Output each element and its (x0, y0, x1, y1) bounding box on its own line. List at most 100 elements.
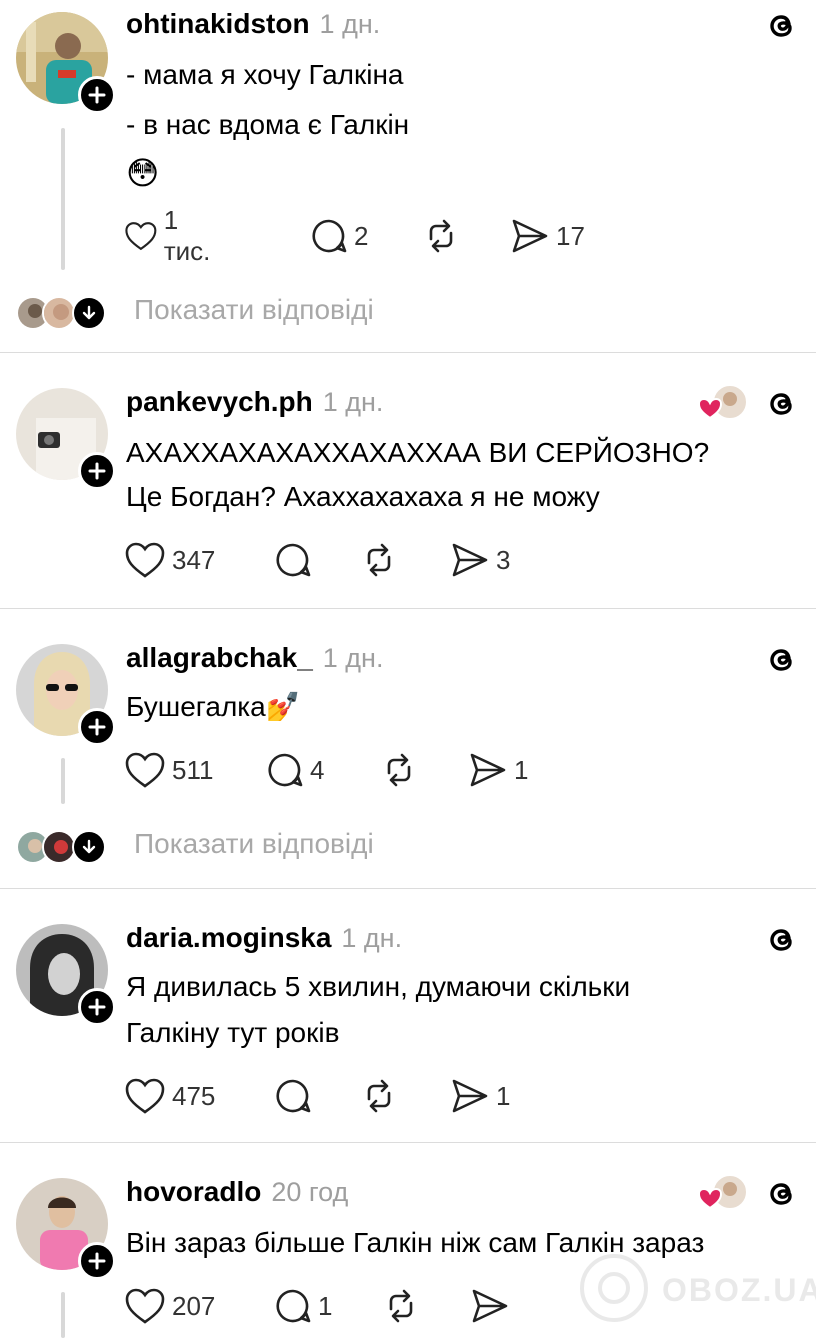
comment-button[interactable]: 4 (266, 748, 324, 792)
share-button[interactable]: 3 (450, 538, 510, 582)
repost-button[interactable] (380, 748, 418, 792)
like-count: 347 (172, 544, 216, 575)
comment-button[interactable]: 1 (274, 1284, 332, 1328)
post-text-line: Бушегалка💅 (126, 691, 301, 722)
post-time: 20 год (271, 1177, 349, 1207)
comment-icon (268, 753, 303, 787)
share-button[interactable]: 17 (510, 214, 585, 258)
like-button[interactable]: 347 (124, 538, 215, 582)
username[interactable]: pankevych.ph 1 дн. (126, 386, 383, 418)
share-button[interactable]: 1 (450, 1074, 510, 1118)
like-count: 1 тис. (163, 205, 211, 266)
repost-icon (429, 219, 453, 253)
reply-count: 1 (318, 1290, 333, 1321)
share-icon (472, 1289, 508, 1323)
like-count: 475 (172, 1080, 216, 1111)
post-time: 1 дн. (322, 387, 384, 417)
emoji: 😳 (126, 155, 160, 191)
repost-button[interactable] (360, 1074, 398, 1118)
post-text-line: Я дивилась 5 хвилин, думаючи скільки (126, 971, 631, 1002)
arrow-down-icon (82, 839, 96, 854)
thread-line (61, 128, 65, 270)
repost-button[interactable] (382, 1284, 420, 1328)
plus-icon (88, 718, 106, 736)
threads-icon[interactable] (762, 640, 802, 680)
expand-replies-button[interactable] (72, 296, 106, 330)
post-text-line: - в нас вдома є Галкін (126, 109, 410, 140)
comment-icon (276, 1079, 311, 1113)
threads-icon[interactable] (762, 920, 802, 960)
post-time: 1 дн. (322, 643, 384, 673)
post-time: 1 дн. (341, 923, 403, 953)
repost-button[interactable] (422, 214, 460, 258)
like-count: 511 (172, 754, 214, 785)
threads-icon[interactable] (762, 6, 802, 46)
repost-icon (389, 1289, 413, 1323)
like-button[interactable]: 475 (124, 1074, 215, 1118)
reply-avatar (42, 830, 76, 864)
threads-icon[interactable] (762, 1174, 802, 1214)
heart-icon (125, 542, 165, 578)
post-text-line: Галкіну тут років (126, 1017, 340, 1048)
arrow-down-icon (82, 305, 96, 320)
reply-count: 4 (310, 754, 325, 785)
repost-icon (367, 543, 391, 577)
liked-by-author-badge (697, 382, 750, 424)
post-time: 1 дн. (319, 9, 381, 39)
like-button[interactable]: 1 тис. (124, 205, 219, 266)
share-button[interactable]: 1 (468, 748, 528, 792)
divider (0, 608, 816, 609)
thread-line (61, 1292, 65, 1338)
expand-replies-button[interactable] (72, 830, 106, 864)
repost-button[interactable] (360, 538, 398, 582)
reply-count: 2 (354, 220, 369, 251)
follow-button[interactable] (78, 452, 116, 490)
username[interactable]: hovoradlo 20 год (126, 1176, 348, 1208)
watermark-logo: OBOZ.UA (578, 1252, 816, 1324)
avatar[interactable] (16, 388, 116, 490)
like-button[interactable]: 511 (124, 748, 213, 792)
follow-button[interactable] (78, 708, 116, 746)
post-text-line: АХАХХАХАХАХХАХАХХАА ВИ СЕРЙОЗНО? (126, 437, 710, 468)
comment-button[interactable] (274, 1074, 312, 1118)
follow-button[interactable] (78, 988, 116, 1026)
share-icon (512, 219, 548, 253)
share-count: 1 (496, 1080, 511, 1111)
username[interactable]: daria.moginska 1 дн. (126, 922, 402, 954)
show-replies-link[interactable]: Показати відповіді (134, 828, 374, 860)
comment-button[interactable] (274, 538, 312, 582)
comment-icon (276, 1289, 311, 1323)
follow-button[interactable] (78, 76, 116, 114)
plus-icon (88, 462, 106, 480)
follow-button[interactable] (78, 1242, 116, 1280)
heart-icon (125, 752, 165, 788)
heart-icon (125, 1288, 165, 1324)
post-text-line: Це Богдан? Ахаххахахаха я не можу (126, 481, 600, 512)
share-icon (452, 1079, 488, 1113)
plus-icon (88, 1252, 106, 1270)
divider (0, 888, 816, 889)
like-button[interactable]: 207 (124, 1284, 215, 1328)
share-icon (470, 753, 506, 787)
share-icon (452, 543, 488, 577)
divider (0, 352, 816, 353)
like-count: 207 (172, 1290, 216, 1321)
avatar[interactable] (16, 924, 116, 1026)
heart-icon (125, 222, 157, 251)
username[interactable]: ohtinakidston 1 дн. (126, 8, 380, 40)
share-count: 3 (496, 544, 511, 575)
repost-icon (367, 1079, 391, 1113)
show-replies-link[interactable]: Показати відповіді (134, 294, 374, 326)
share-button[interactable] (470, 1284, 510, 1328)
repost-icon (387, 753, 411, 787)
comment-icon (312, 219, 347, 253)
username[interactable]: allagrabchak_ 1 дн. (126, 642, 383, 674)
share-count: 17 (556, 220, 585, 251)
comment-button[interactable]: 2 (310, 214, 368, 258)
avatar[interactable] (16, 12, 116, 114)
divider (0, 1142, 816, 1143)
avatar[interactable] (16, 644, 116, 746)
plus-icon (88, 998, 106, 1016)
threads-icon[interactable] (762, 384, 802, 424)
avatar[interactable] (16, 1178, 116, 1280)
